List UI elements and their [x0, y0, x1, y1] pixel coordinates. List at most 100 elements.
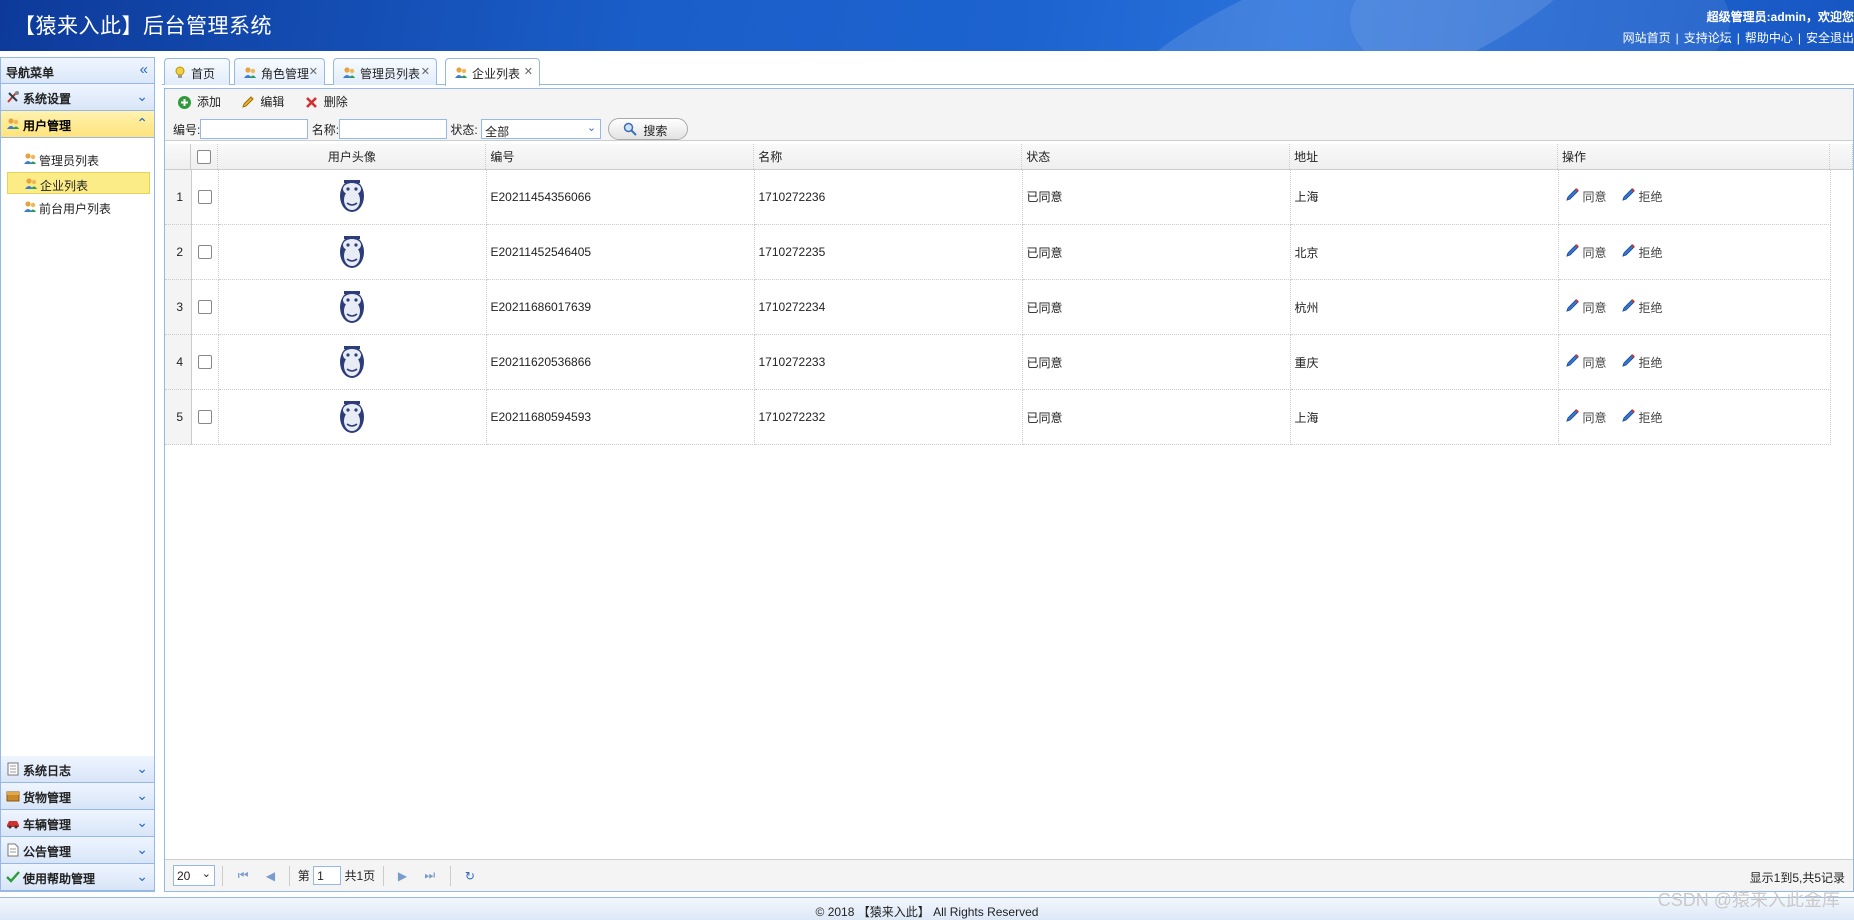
- code-search-input[interactable]: [200, 119, 309, 139]
- chevron-down-icon: ⌄: [136, 88, 148, 104]
- table-row[interactable]: 2 E20211452546405 1710272235 已同意 北京 同意 拒绝: [165, 224, 1831, 280]
- monkey-avatar-icon: [340, 400, 364, 433]
- agree-button[interactable]: 同意: [1563, 243, 1607, 261]
- tab-role-management[interactable]: 角色管理 ✕: [234, 58, 325, 85]
- panel-label: 公告管理: [23, 845, 72, 859]
- reject-button[interactable]: 拒绝: [1619, 408, 1663, 426]
- table-row[interactable]: 4 E20211620536866 1710272233 已同意 重庆 同意 拒绝: [165, 334, 1831, 390]
- row-checkbox[interactable]: [197, 300, 212, 315]
- table-row[interactable]: 1 E20211454356066 1710272236 已同意 上海 同意 拒绝: [165, 169, 1831, 225]
- status-select-value: 全部: [485, 125, 510, 139]
- panel-system-log[interactable]: 系统日志 ⌄: [1, 756, 154, 783]
- reject-button[interactable]: 拒绝: [1619, 298, 1663, 316]
- cell-status: 已同意: [1022, 334, 1291, 390]
- next-page-icon[interactable]: ▶: [398, 869, 407, 883]
- collapse-icon[interactable]: «: [140, 61, 148, 78]
- avatar: [218, 169, 487, 225]
- avatar: [218, 279, 487, 335]
- search-button[interactable]: 搜索: [608, 118, 689, 140]
- panel-vehicle-management[interactable]: 车辆管理 ⌄: [1, 810, 154, 837]
- agree-button[interactable]: 同意: [1563, 353, 1607, 371]
- panel-label: 货物管理: [23, 791, 72, 805]
- monkey-avatar-icon: [340, 235, 364, 268]
- first-page-icon[interactable]: ⏮: [238, 868, 249, 883]
- row-checkbox[interactable]: [197, 245, 212, 260]
- last-page-icon[interactable]: ⏭: [424, 868, 435, 883]
- tab-admin-list[interactable]: 管理员列表 ✕: [333, 58, 437, 85]
- sidebar-item-admin-list[interactable]: 管理员列表: [7, 148, 150, 170]
- sidebar-item-label: 管理员列表: [39, 154, 100, 168]
- reject-button[interactable]: 拒绝: [1619, 353, 1663, 371]
- pager-separator: [222, 865, 224, 886]
- table-row[interactable]: 3 E20211686017639 1710272234 已同意 杭州 同意 拒绝: [165, 279, 1831, 335]
- row-select-cell: [191, 334, 219, 390]
- sidebar-item-enterprise-list[interactable]: 企业列表: [7, 172, 150, 194]
- panel-user-management[interactable]: 用户管理 ⌃: [1, 111, 154, 138]
- delete-button[interactable]: 删除: [304, 94, 348, 112]
- prev-page-icon[interactable]: ◀: [266, 869, 275, 883]
- users-icon: [25, 178, 37, 189]
- agree-label: 同意: [1582, 190, 1607, 205]
- close-icon[interactable]: ✕: [524, 65, 533, 78]
- add-label: 添加: [197, 95, 222, 109]
- chevron-down-icon: ⌄: [136, 787, 148, 803]
- link-home[interactable]: 网站首页: [1623, 31, 1671, 45]
- sidebar-item-frontend-users[interactable]: 前台用户列表: [7, 196, 150, 218]
- grid-header: 用户头像 编号 名称 状态 地址 操作: [165, 144, 1854, 170]
- cell-name: 1710272235: [754, 224, 1023, 280]
- column-header[interactable]: 地址: [1289, 144, 1558, 170]
- add-button[interactable]: 添加: [177, 94, 221, 112]
- link-help[interactable]: 帮助中心: [1745, 31, 1793, 45]
- panel-label: 用户管理: [23, 119, 72, 133]
- agree-button[interactable]: 同意: [1563, 408, 1607, 426]
- reject-button[interactable]: 拒绝: [1619, 243, 1663, 261]
- column-header[interactable]: 操作: [1557, 144, 1830, 170]
- code-label: 编号:: [173, 122, 201, 137]
- close-icon[interactable]: ✕: [421, 65, 430, 78]
- footer: © 2018 【猿来入此】 All Rights Reserved: [0, 897, 1854, 920]
- page-number-input[interactable]: 1: [313, 866, 342, 885]
- row-checkbox[interactable]: [197, 410, 212, 425]
- agree-button[interactable]: 同意: [1563, 298, 1607, 316]
- column-header[interactable]: 编号: [485, 144, 755, 170]
- panel-notice-management[interactable]: 公告管理 ⌄: [1, 837, 154, 864]
- column-header[interactable]: 状态: [1021, 144, 1291, 170]
- sidebar: 导航菜单 « 系统设置 ⌄ 用户管理 ⌃ 管理员列表 企业列表 前台用户列表 系…: [0, 57, 155, 892]
- cell-name: 1710272236: [754, 169, 1023, 225]
- refresh-icon[interactable]: ↻: [465, 869, 475, 883]
- tab-content: 添加 编辑 删除 编号: 名称: 状态: 全部 ⌄ 搜索 用户头像 编号 名称 …: [164, 88, 1854, 892]
- link-logout[interactable]: 安全退出: [1806, 31, 1854, 45]
- name-search-input[interactable]: [339, 119, 448, 139]
- tab-enterprise-list[interactable]: 企业列表 ✕: [445, 58, 540, 86]
- table-row[interactable]: 5 E20211680594593 1710272232 已同意 上海 同意 拒绝: [165, 389, 1831, 445]
- column-header[interactable]: 用户头像: [217, 144, 487, 170]
- cell-code: E20211680594593: [486, 389, 755, 445]
- row-select-cell: [191, 224, 219, 280]
- tab-label: 企业列表: [472, 67, 521, 81]
- panel-help-management[interactable]: 使用帮助管理 ⌄: [1, 864, 154, 891]
- reject-button[interactable]: 拒绝: [1619, 188, 1663, 205]
- row-select-cell: [191, 279, 219, 335]
- chevron-down-icon: ⌄: [136, 868, 148, 884]
- panel-label: 使用帮助管理: [23, 872, 96, 886]
- sidebar-header: 导航菜单 «: [1, 58, 154, 84]
- search-bar: 编号: 名称: 状态: 全部 ⌄ 搜索: [165, 115, 1853, 141]
- avatar: [218, 224, 487, 280]
- panel-goods-management[interactable]: 货物管理 ⌄: [1, 783, 154, 810]
- page-size-select[interactable]: 20 ⌄: [173, 865, 215, 886]
- row-checkbox[interactable]: [197, 355, 212, 370]
- select-all-checkbox[interactable]: [197, 149, 212, 164]
- delete-label: 删除: [323, 95, 348, 109]
- column-header[interactable]: 名称: [753, 144, 1023, 170]
- tab-label: 角色管理: [261, 67, 310, 81]
- agree-button[interactable]: 同意: [1563, 188, 1607, 205]
- pencil-icon: [1621, 298, 1635, 312]
- edit-button[interactable]: 编辑: [240, 94, 284, 112]
- link-forum[interactable]: 支持论坛: [1684, 31, 1732, 45]
- tab-home[interactable]: 首页: [164, 58, 230, 85]
- user-management-items: 管理员列表 企业列表 前台用户列表: [1, 138, 154, 733]
- close-icon[interactable]: ✕: [309, 65, 318, 78]
- row-checkbox[interactable]: [197, 190, 212, 205]
- status-select[interactable]: 全部 ⌄: [481, 119, 602, 139]
- panel-system-settings[interactable]: 系统设置 ⌄: [1, 84, 154, 111]
